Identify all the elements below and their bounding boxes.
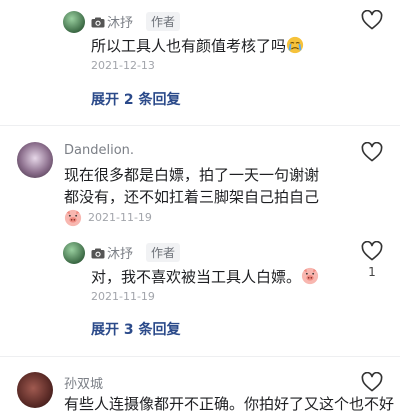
expand-replies-link[interactable]: 展开 2 条回复	[91, 89, 181, 109]
camera-icon	[91, 17, 105, 28]
comment-text-line-1: 现在很多都是白嫖，拍了一天一句谢谢	[64, 166, 320, 184]
like-heart-icon[interactable]	[361, 10, 383, 30]
expand-replies-link[interactable]: 展开 3 条回复	[91, 319, 181, 339]
reply-author-row: 沐抒	[91, 12, 133, 31]
comment-username[interactable]: 孙双城	[64, 373, 103, 392]
comment-text-line-2: 都没有，还不如扛着三脚架自己拍自己	[64, 188, 320, 206]
avatar[interactable]	[63, 242, 85, 264]
like-heart-icon[interactable]	[361, 142, 383, 162]
reply-text: 对，我不喜欢被当工具人白嫖。	[91, 266, 319, 289]
author-badge: 作者	[146, 12, 181, 31]
pig-face-emoji	[301, 267, 319, 285]
comment-username[interactable]: Dandelion.	[64, 143, 134, 158]
like-heart-icon[interactable]	[361, 372, 383, 392]
avatar[interactable]	[17, 372, 53, 408]
camera-icon	[91, 248, 105, 259]
comment-text-partial: 有些人连摄像都开不正确。你拍好了又这个也不好	[64, 395, 395, 413]
divider	[0, 125, 400, 126]
avatar[interactable]	[63, 11, 85, 33]
pig-face-emoji	[64, 209, 82, 227]
reply-date: 2021-11-19	[91, 290, 155, 303]
divider	[0, 356, 400, 357]
reply-username[interactable]: 沐抒	[107, 16, 133, 31]
reply-text: 所以工具人也有颜值考核了吗	[91, 35, 304, 58]
like-count: 1	[368, 265, 376, 279]
avatar[interactable]	[17, 142, 53, 178]
reply-date: 2021-12-13	[91, 59, 155, 72]
crying-face-emoji	[286, 36, 304, 54]
author-badge: 作者	[146, 243, 181, 262]
comment-date: 2021-11-19	[88, 211, 152, 224]
like-heart-icon[interactable]	[361, 241, 383, 261]
reply-username[interactable]: 沐抒	[107, 247, 133, 262]
reply-author-row: 沐抒	[91, 243, 133, 262]
